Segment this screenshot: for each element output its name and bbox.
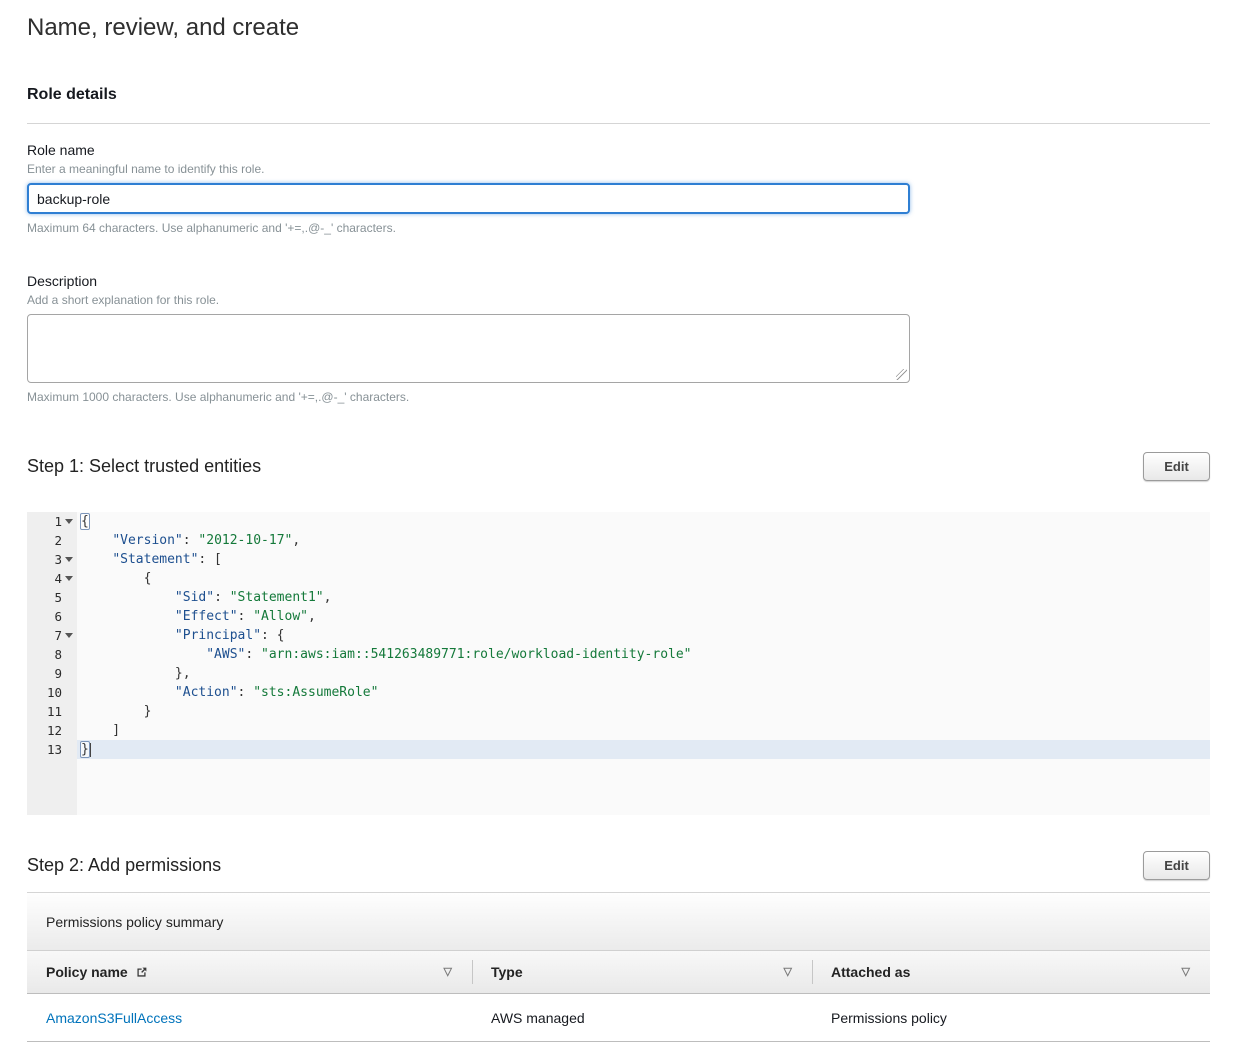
line-number: 9 (54, 664, 62, 683)
column-header-type[interactable]: Type ▽ (472, 951, 812, 993)
column-header-policy-name[interactable]: Policy name ▽ (27, 951, 472, 993)
line-number: 3 (54, 550, 62, 569)
trust-policy-code-editor[interactable]: 1{2 "Version": "2012-10-17",3 "Statement… (27, 512, 1210, 815)
role-name-constraint: Maximum 64 characters. Use alphanumeric … (27, 221, 1210, 235)
description-textarea[interactable] (27, 314, 910, 383)
editor-line: 8 "AWS": "arn:aws:iam::541263489771:role… (27, 645, 1210, 664)
policy-name-link[interactable]: AmazonS3FullAccess (46, 1010, 182, 1026)
role-name-help: Enter a meaningful name to identify this… (27, 162, 1210, 176)
fold-arrow-icon[interactable] (65, 519, 73, 524)
role-details-heading: Role details (27, 86, 1210, 104)
attached-as-cell: Permissions policy (812, 1010, 1210, 1026)
line-number: 7 (54, 626, 62, 645)
permissions-panel-header: Permissions policy summary (27, 893, 1210, 951)
editor-line: 7 "Principal": { (27, 626, 1210, 645)
permissions-panel: Permissions policy summary Policy name ▽… (27, 892, 1210, 1042)
step2-heading: Step 2: Add permissions (27, 855, 221, 876)
line-number: 5 (54, 588, 62, 607)
editor-lines: 1{2 "Version": "2012-10-17",3 "Statement… (27, 512, 1210, 759)
step1-edit-button[interactable]: Edit (1143, 452, 1210, 481)
policy-name-filter-icon[interactable]: ▽ (444, 967, 452, 978)
permissions-panel-title: Permissions policy summary (46, 914, 223, 930)
type-header-label: Type (491, 964, 523, 980)
page-content: Name, review, and create Role details Ro… (0, 14, 1242, 1042)
line-number: 8 (54, 645, 62, 664)
editor-line: 3 "Statement": [ (27, 550, 1210, 569)
editor-line: 2 "Version": "2012-10-17", (27, 531, 1210, 550)
description-label: Description (27, 273, 1210, 289)
editor-line: 10 "Action": "sts:AssumeRole" (27, 683, 1210, 702)
step1-heading: Step 1: Select trusted entities (27, 456, 261, 477)
policy-type-cell: AWS managed (472, 1010, 812, 1026)
type-filter-icon[interactable]: ▽ (784, 967, 792, 978)
fold-arrow-icon[interactable] (65, 633, 73, 638)
role-name-input[interactable] (27, 183, 910, 214)
page-title: Name, review, and create (27, 14, 1210, 42)
step2-edit-button[interactable]: Edit (1143, 851, 1210, 880)
editor-line: 5 "Sid": "Statement1", (27, 588, 1210, 607)
external-link-icon (135, 966, 148, 979)
description-help: Add a short explanation for this role. (27, 293, 1210, 307)
line-number: 13 (47, 740, 62, 759)
line-number: 2 (54, 531, 62, 550)
attached-as-header-label: Attached as (831, 964, 910, 980)
editor-line: 11 } (27, 702, 1210, 721)
textarea-resize-handle[interactable] (896, 369, 907, 380)
editor-line: 13} (27, 740, 1210, 759)
table-row: AmazonS3FullAccess AWS managed Permissio… (27, 994, 1210, 1042)
line-number: 10 (47, 683, 62, 702)
editor-line: 4 { (27, 569, 1210, 588)
attached-as-filter-icon[interactable]: ▽ (1182, 967, 1190, 978)
text-cursor (90, 743, 91, 757)
line-number: 12 (47, 721, 62, 740)
line-number: 4 (54, 569, 62, 588)
fold-arrow-icon[interactable] (65, 557, 73, 562)
editor-line: 6 "Effect": "Allow", (27, 607, 1210, 626)
line-number: 6 (54, 607, 62, 626)
editor-line: 1{ (27, 512, 1210, 531)
editor-line: 12 ] (27, 721, 1210, 740)
editor-line: 9 }, (27, 664, 1210, 683)
fold-arrow-icon[interactable] (65, 576, 73, 581)
description-constraint: Maximum 1000 characters. Use alphanumeri… (27, 390, 1210, 404)
role-details-divider (27, 123, 1210, 124)
role-name-label: Role name (27, 142, 1210, 158)
line-number: 1 (54, 512, 62, 531)
column-header-attached-as[interactable]: Attached as ▽ (812, 951, 1210, 993)
policy-name-header-label: Policy name (46, 964, 128, 980)
line-number: 11 (47, 702, 62, 721)
permissions-table-header: Policy name ▽ Type ▽ Attached as ▽ (27, 951, 1210, 994)
